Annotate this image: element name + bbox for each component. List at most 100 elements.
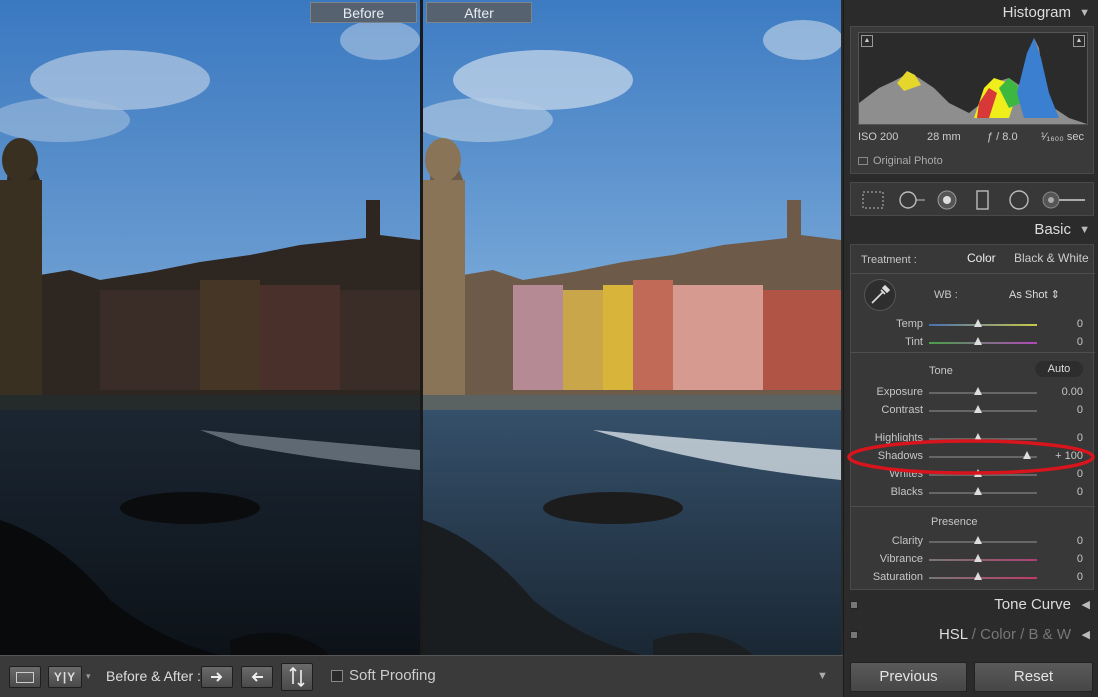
before-after-view-button[interactable]: Y|Y [48, 666, 82, 688]
treatment-color-button[interactable]: Color [967, 251, 996, 265]
crop-overlay-icon[interactable] [861, 190, 885, 210]
slider-tint[interactable]: Tint 0 [851, 335, 1095, 351]
wb-select[interactable]: As Shot ⇕ [1009, 288, 1060, 301]
slider-shadows[interactable]: Shadows + 100 [851, 449, 1095, 465]
before-image [0, 0, 420, 655]
collapse-icon: ▼ [1079, 224, 1090, 236]
slider-track[interactable] [929, 474, 1037, 476]
histogram-header[interactable]: Histogram ▼ [844, 0, 1098, 26]
spot-removal-icon[interactable] [897, 190, 927, 210]
auto-tone-button[interactable]: Auto [1035, 361, 1083, 377]
slider-value[interactable]: + 100 [1055, 450, 1083, 462]
slider-thumb[interactable] [974, 337, 982, 345]
tone-curve-title: Tone Curve [994, 596, 1071, 613]
slider-contrast[interactable]: Contrast 0 [851, 403, 1095, 419]
slider-thumb[interactable] [974, 487, 982, 495]
arrow-left-icon [251, 672, 263, 682]
loupe-view-button[interactable] [9, 666, 41, 688]
slider-thumb[interactable] [974, 572, 982, 580]
slider-value[interactable]: 0 [1077, 486, 1083, 498]
slider-thumb[interactable] [974, 536, 982, 544]
panel-toggle-icon[interactable] [850, 601, 858, 609]
exif-aperture: ƒ / 8.0 [987, 131, 1018, 143]
slider-exposure[interactable]: Exposure 0.00 [851, 385, 1095, 401]
graduated-filter-icon[interactable] [975, 190, 991, 210]
slider-thumb[interactable] [974, 554, 982, 562]
slider-value[interactable]: 0.00 [1062, 386, 1083, 398]
slider-value[interactable]: 0 [1077, 571, 1083, 583]
slider-track[interactable] [929, 492, 1037, 494]
adjustment-brush-icon[interactable] [1041, 190, 1087, 210]
slider-thumb[interactable] [974, 405, 982, 413]
slider-track[interactable] [929, 456, 1037, 458]
panel-toggle-icon[interactable] [850, 631, 858, 639]
slider-track[interactable] [929, 410, 1037, 412]
slider-value[interactable]: 0 [1077, 468, 1083, 480]
slider-highlights[interactable]: Highlights 0 [851, 431, 1095, 447]
hsl-tab[interactable]: HSL [939, 626, 968, 643]
exif-iso: ISO 200 [858, 131, 899, 143]
slider-label: Clarity [891, 535, 923, 547]
toolbar-menu-icon[interactable]: ▼ [817, 670, 828, 682]
red-eye-icon[interactable] [935, 190, 959, 210]
slider-track[interactable] [929, 324, 1037, 326]
original-photo-label: Original Photo [873, 155, 943, 167]
slider-thumb[interactable] [974, 433, 982, 441]
slider-track[interactable] [929, 577, 1037, 579]
slider-thumb[interactable] [974, 319, 982, 327]
presence-label: Presence [931, 516, 978, 528]
swap-before-after-button[interactable] [281, 663, 313, 691]
hsl-header[interactable]: HSL / Color / B & W ◀ [844, 622, 1098, 648]
exif-shutter-speed: ¹⁄₁₆₀₀ sec [1041, 131, 1084, 143]
bw-tab[interactable]: B & W [1028, 626, 1071, 643]
divider [851, 506, 1095, 507]
slider-value[interactable]: 0 [1077, 535, 1083, 547]
slider-temp[interactable]: Temp 0 [851, 317, 1095, 333]
treatment-bw-button[interactable]: Black & White [1014, 251, 1089, 265]
divider [851, 352, 1095, 353]
slider-thumb[interactable] [974, 387, 982, 395]
slider-track[interactable] [929, 392, 1037, 394]
slider-value[interactable]: 0 [1077, 432, 1083, 444]
slider-blacks[interactable]: Blacks 0 [851, 485, 1095, 501]
radial-filter-icon[interactable] [1007, 190, 1031, 210]
previous-button[interactable]: Previous [850, 662, 967, 692]
highlight-clipping-icon[interactable]: ▲ [1073, 35, 1085, 47]
color-tab[interactable]: Color [980, 626, 1016, 643]
treatment-label: Treatment : [861, 254, 917, 266]
hsl-separator: / [971, 626, 976, 643]
slider-track[interactable] [929, 559, 1037, 561]
shadow-clipping-icon[interactable]: ▲ [861, 35, 873, 47]
slider-track[interactable] [929, 342, 1037, 344]
slider-track[interactable] [929, 438, 1037, 440]
slider-whites[interactable]: Whites 0 [851, 467, 1095, 483]
soft-proofing-checkbox[interactable] [331, 670, 343, 682]
slider-thumb[interactable] [974, 469, 982, 477]
tone-curve-header[interactable]: Tone Curve ◀ [844, 592, 1098, 618]
copy-after-to-before-button[interactable] [241, 666, 273, 688]
slider-clarity[interactable]: Clarity 0 [851, 534, 1095, 550]
original-photo-row[interactable]: Original Photo [858, 155, 943, 167]
slider-vibrance[interactable]: Vibrance 0 [851, 552, 1095, 568]
basic-header[interactable]: Basic ▼ [844, 217, 1098, 243]
slider-thumb[interactable] [1023, 451, 1031, 459]
copy-before-to-after-button[interactable] [201, 666, 233, 688]
slider-value[interactable]: 0 [1077, 404, 1083, 416]
slider-label: Tint [905, 336, 923, 348]
after-image [423, 0, 841, 655]
expand-icon: ◀ [1081, 629, 1090, 641]
slider-label: Exposure [876, 386, 923, 398]
slider-saturation[interactable]: Saturation 0 [851, 570, 1095, 586]
histogram-panel: ▲ ▲ ISO 200 28 mm ƒ / 8.0 ¹⁄₁₆₀₀ sec Ori… [850, 26, 1094, 174]
slider-value[interactable]: 0 [1077, 318, 1083, 330]
slider-label: Shadows [877, 450, 923, 462]
reset-button[interactable]: Reset [974, 662, 1093, 692]
slider-value[interactable]: 0 [1077, 336, 1083, 348]
original-photo-checkbox[interactable] [858, 157, 868, 165]
view-mode-dropdown-icon[interactable]: ▾ [86, 671, 91, 682]
wb-eyedropper-button[interactable] [864, 279, 896, 311]
slider-value[interactable]: 0 [1077, 553, 1083, 565]
app-window: Before After Y|Y ▾ Before & After : Soft… [0, 0, 1098, 697]
slider-label: Temp [896, 318, 923, 330]
slider-track[interactable] [929, 541, 1037, 543]
